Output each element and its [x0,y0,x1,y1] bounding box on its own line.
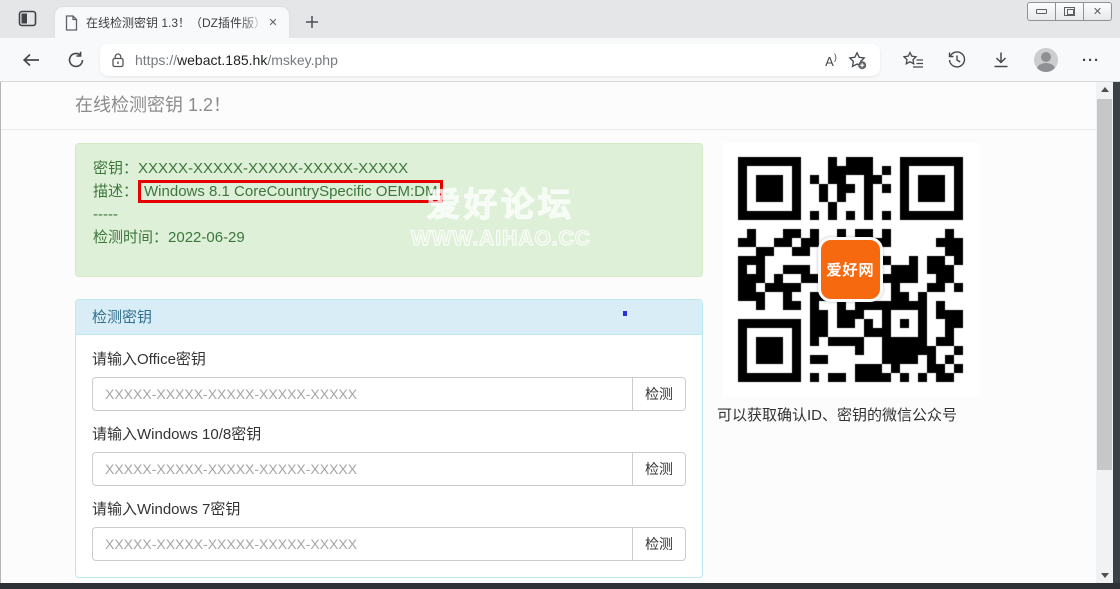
panel-body: 请输入Office密钥 检测 请输入Windows 10/8密钥 检测 请输入W… [76,335,702,578]
qr-center-logo: 爱好网 [818,237,883,302]
vertical-scrollbar[interactable] [1096,82,1113,583]
page-favicon-icon [65,15,78,31]
add-favorite-icon[interactable] [844,47,870,73]
favorites-icon[interactable] [902,49,924,71]
result-key-line: 密钥：XXXXX-XXXXX-XXXXX-XXXXX-XXXXX [93,157,685,180]
settings-more-icon[interactable]: ··· [1080,49,1102,71]
red-annotation-box: Windows 8.1 CoreCountrySpecific OEM:DM [138,180,443,203]
key-result-alert: 密钥：XXXXX-XXXXX-XXXXX-XXXXX-XXXXX 描述：Wind… [75,143,703,277]
browser-toolbar: https://webact.185.hk/mskey.php A) [0,38,1120,82]
tab-title: 在线检测密钥 1.3！（DZ插件版） [86,14,265,31]
windows7-key-input[interactable] [92,527,633,561]
windows10-key-group: 请输入Windows 10/8密钥 检测 [92,424,686,486]
browser-tab[interactable]: 在线检测密钥 1.3！（DZ插件版） ✕ [55,7,289,38]
scroll-down-icon[interactable] [1096,568,1113,583]
maximize-button[interactable] [1055,2,1084,21]
window-border-left [0,82,1,583]
office-key-input[interactable] [92,377,633,411]
web-page: 在线检测密钥 1.2！ 密钥：XXXXX-XXXXX-XXXXX-XXXXX-X… [1,82,1096,583]
key-check-panel: 检测密钥 请输入Office密钥 检测 请输入Windows 10/8密钥 检测 [75,299,703,578]
address-bar[interactable]: https://webact.185.hk/mskey.php A) [100,44,880,76]
profile-avatar[interactable] [1034,48,1058,72]
qr-caption: 可以获取确认ID、密钥的微信公众号 [717,404,997,425]
new-tab-button[interactable] [300,10,324,34]
close-icon: ✕ [1093,5,1102,18]
windows10-key-check-button[interactable]: 检测 [633,452,686,486]
history-icon[interactable] [946,49,968,71]
windows10-key-input[interactable] [92,452,633,486]
lock-icon[interactable] [110,52,126,68]
tab-actions-menu-icon[interactable] [16,9,40,29]
text-caret-artifact [623,311,627,316]
windows7-key-label: 请输入Windows 7密钥 [92,499,686,520]
scroll-up-icon[interactable] [1096,82,1113,97]
page-title: 在线检测密钥 1.2！ [75,91,231,117]
toolbar-right-icons: ··· [902,38,1102,82]
window-border-bottom [0,583,1120,589]
back-button[interactable] [19,48,43,72]
window-controls: ✕ [1028,2,1112,21]
tab-title-fade [239,14,265,30]
minimize-button[interactable] [1027,2,1056,21]
minimize-icon [1036,9,1047,14]
windows7-key-group: 请输入Windows 7密钥 检测 [92,499,686,561]
refresh-button[interactable] [64,48,88,72]
window-border-right [1113,82,1120,589]
scrollbar-thumb[interactable] [1097,99,1112,470]
panel-header: 检测密钥 [76,300,702,335]
result-separator: ----- [93,203,685,226]
url-text[interactable]: https://webact.185.hk/mskey.php [135,52,818,68]
tab-close-icon[interactable]: ✕ [265,15,281,31]
wechat-qr-code: 爱好网 [722,143,980,397]
result-desc-line: 描述：Windows 8.1 CoreCountrySpecific OEM:D… [93,180,685,203]
tab-strip: 在线检测密钥 1.3！（DZ插件版） ✕ ✕ [0,0,1120,38]
result-time-line: 检测时间：2022-06-29 [93,226,685,249]
office-key-label: 请输入Office密钥 [92,349,686,370]
maximize-icon [1064,7,1075,16]
read-aloud-icon[interactable]: A) [818,47,844,73]
office-key-check-button[interactable]: 检测 [633,377,686,411]
close-button[interactable]: ✕ [1083,2,1112,21]
heading-divider [1,129,1096,130]
windows7-key-check-button[interactable]: 检测 [633,527,686,561]
browser-window: 在线检测密钥 1.3！（DZ插件版） ✕ ✕ [0,0,1120,589]
office-key-group: 请输入Office密钥 检测 [92,349,686,411]
windows10-key-label: 请输入Windows 10/8密钥 [92,424,686,445]
downloads-icon[interactable] [990,49,1012,71]
